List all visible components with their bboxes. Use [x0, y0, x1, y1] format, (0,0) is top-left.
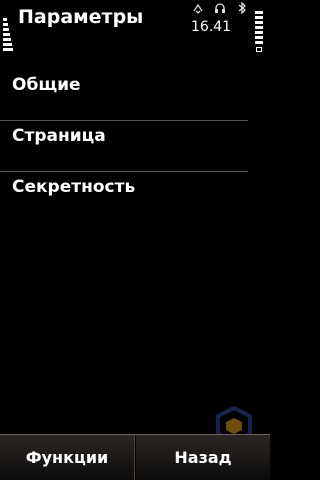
list-item-label: Общие: [12, 75, 81, 95]
list-item-privacy[interactable]: Секретность: [0, 172, 270, 223]
clock: 16.41: [191, 19, 232, 35]
back-button[interactable]: Назад: [136, 435, 270, 480]
signal-strength-icon: [3, 10, 13, 52]
battery-icon: [255, 11, 265, 53]
page-title: Параметры: [18, 6, 144, 28]
bluetooth-icon: [236, 1, 248, 18]
headset-icon: [214, 2, 226, 18]
status-bar: Параметры 16.41: [0, 0, 270, 52]
options-button[interactable]: Функции: [0, 435, 134, 480]
softkey-bar: Функции Назад: [0, 434, 270, 480]
list-item-page[interactable]: Страница: [0, 121, 270, 172]
status-icons: [192, 1, 250, 18]
list-item-general[interactable]: Общие: [0, 70, 270, 121]
settings-list: Общие Страница Секретность: [0, 70, 270, 223]
alarm-icon: [192, 2, 204, 18]
list-item-label: Страница: [12, 126, 106, 146]
list-item-label: Секретность: [12, 177, 136, 197]
